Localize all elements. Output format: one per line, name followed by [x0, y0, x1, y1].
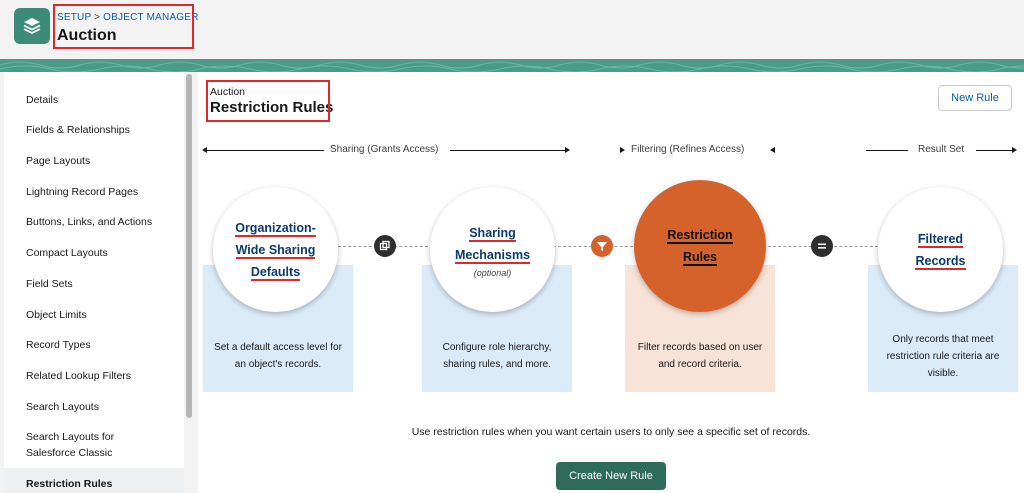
- sidebar-item-details[interactable]: Details: [26, 94, 58, 106]
- filter-icon: [591, 235, 613, 257]
- sidebar: Details Fields & Relationships Page Layo…: [4, 72, 184, 493]
- step-title-line: Restriction: [667, 228, 733, 244]
- step-description: Configure role hierarchy, sharing rules,…: [442, 342, 552, 370]
- section-label-result: Result Set: [918, 144, 965, 155]
- step-subtitle: (optional): [473, 267, 512, 278]
- sidebar-item-field-sets[interactable]: Field Sets: [26, 278, 73, 290]
- step-description: Set a default access level for an object…: [214, 342, 342, 370]
- step-title-line: Filtered: [917, 231, 964, 248]
- arrow-right-icon: [620, 147, 625, 153]
- section-line: [866, 150, 908, 151]
- section-line: [450, 150, 566, 151]
- layers-icon: [14, 8, 50, 44]
- decorative-band: [0, 59, 1024, 72]
- sidebar-item-page-layouts[interactable]: Page Layouts: [26, 155, 90, 167]
- equals-icon: [811, 235, 833, 257]
- step-title-line: Wide Sharing: [235, 242, 316, 259]
- sidebar-item-restriction-rules[interactable]: Restriction Rules: [26, 478, 112, 490]
- step-circle-restriction: Restriction Rules: [634, 180, 766, 312]
- step-circle-org-wide: Organization- Wide Sharing Defaults: [213, 187, 338, 312]
- step-title-line: Defaults: [250, 264, 301, 281]
- step-circle-filtered: Filtered Records: [878, 187, 1003, 312]
- section-line: [204, 150, 324, 151]
- create-new-rule-button[interactable]: Create New Rule: [556, 462, 666, 490]
- sidebar-item-object-limits[interactable]: Object Limits: [26, 309, 87, 321]
- sidebar-item-lightning-record-pages[interactable]: Lightning Record Pages: [26, 186, 138, 198]
- step-title-line: Mechanisms: [454, 247, 531, 264]
- section-label-filtering: Filtering (Refines Access): [631, 144, 745, 155]
- sidebar-item-record-types[interactable]: Record Types: [26, 339, 91, 351]
- step-title-line: Records: [915, 253, 966, 270]
- sidebar-item-search-layouts-classic[interactable]: Search Layouts for Salesforce Classic: [26, 429, 156, 461]
- arrow-left-icon: [770, 147, 775, 153]
- sidebar-scrollbar-thumb[interactable]: [186, 74, 192, 418]
- sidebar-item-buttons-links-actions[interactable]: Buttons, Links, and Actions: [26, 216, 152, 228]
- main-content: Auction Restriction Rules New Rule Shari…: [198, 72, 1024, 493]
- section-label-sharing: Sharing (Grants Access): [330, 144, 439, 155]
- sidebar-item-fields-relationships[interactable]: Fields & Relationships: [26, 124, 130, 136]
- section-line: [976, 150, 1012, 151]
- copy-icon: [374, 235, 396, 257]
- title-highlight-box: [206, 80, 330, 122]
- sidebar-item-related-lookup-filters[interactable]: Related Lookup Filters: [26, 370, 131, 382]
- footer-description: Use restriction rules when you want cert…: [411, 426, 811, 438]
- highlight-box: [53, 4, 194, 49]
- step-title-line: Rules: [682, 250, 718, 266]
- step-description: Filter records based on user and record …: [637, 342, 763, 370]
- page-header: SETUP > OBJECT MANAGER Auction: [0, 0, 1024, 60]
- sidebar-item-search-layouts[interactable]: Search Layouts: [26, 401, 99, 413]
- step-title-line: Sharing: [469, 225, 516, 242]
- step-title-line: Organization-: [235, 220, 316, 237]
- step-description: Only records that meet restriction rule …: [886, 333, 1000, 379]
- step-circle-sharing: Sharing Mechanisms (optional): [430, 187, 555, 312]
- new-rule-button[interactable]: New Rule: [938, 85, 1012, 111]
- arrow-right-icon: [1012, 147, 1017, 153]
- sidebar-item-compact-layouts[interactable]: Compact Layouts: [26, 247, 108, 259]
- arrow-right-icon: [565, 147, 570, 153]
